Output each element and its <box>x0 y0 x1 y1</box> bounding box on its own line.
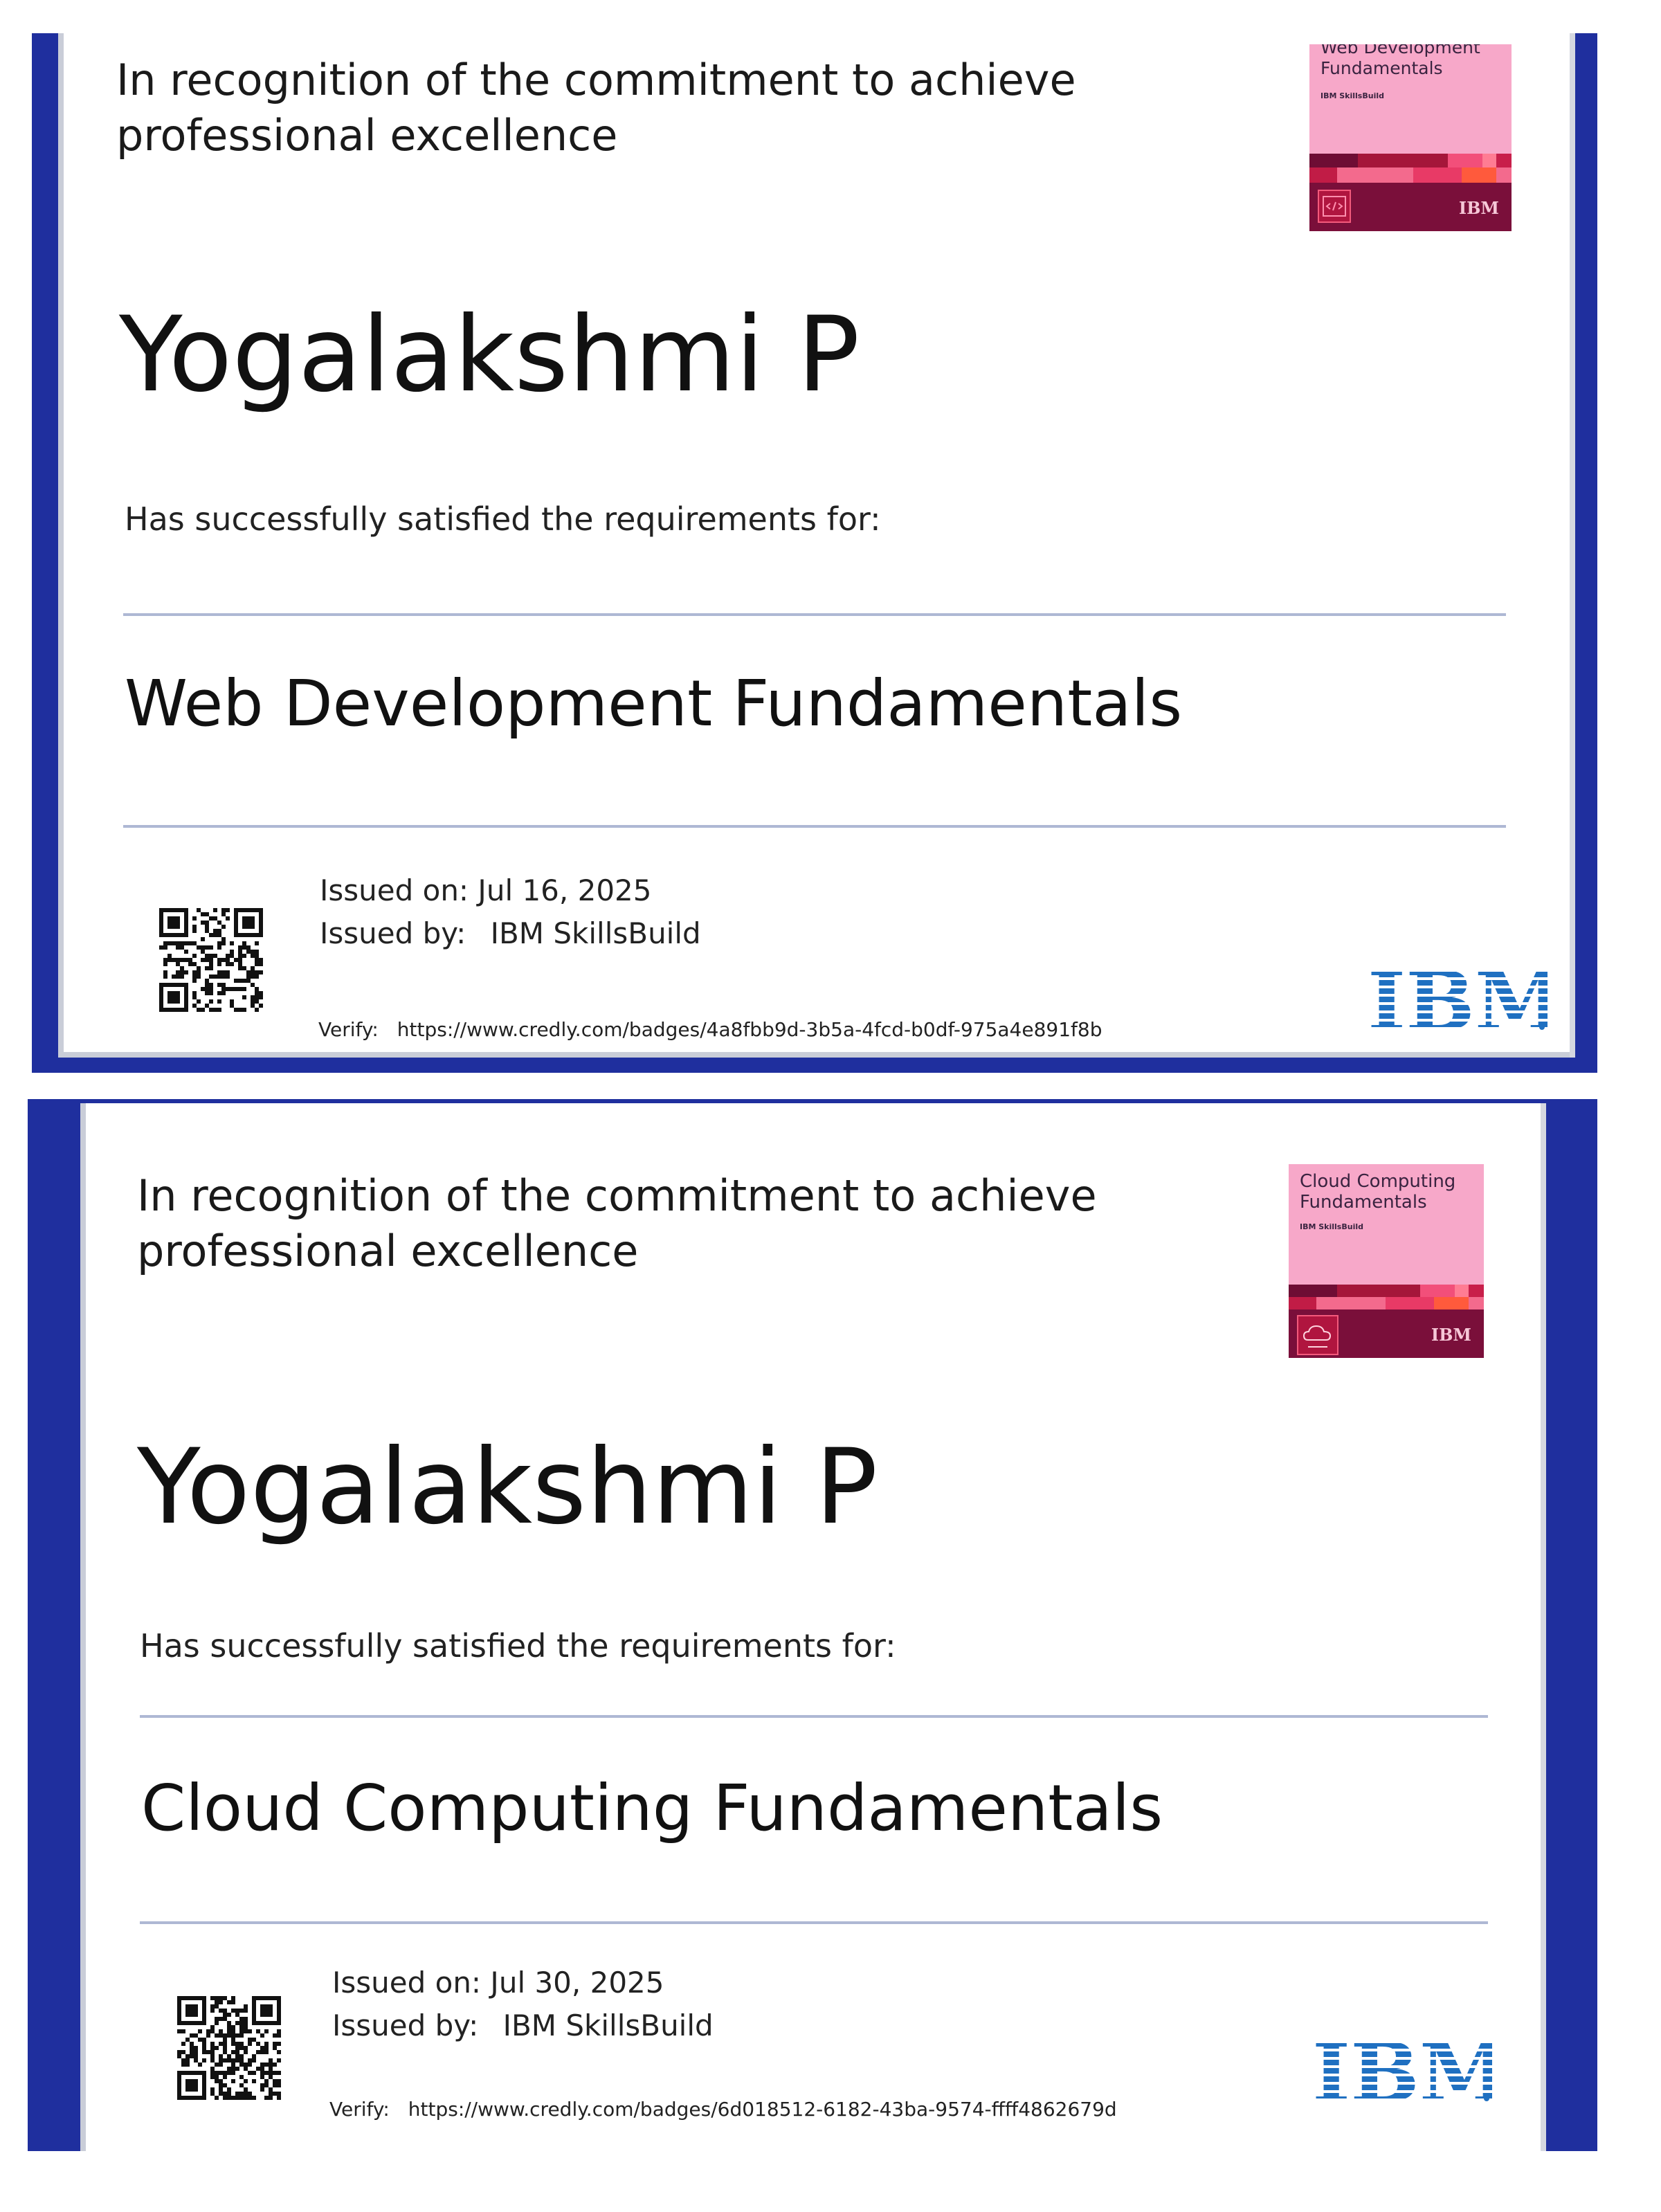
verify-link[interactable]: https://www.credly.com/badges/4a8fbb9d-3… <box>397 1018 1102 1041</box>
verify-row: Verify: https://www.credly.com/badges/6d… <box>329 2097 1117 2122</box>
ibm-logo-text: IBM <box>1312 2035 1492 2104</box>
issued-on: Issued on: Jul 30, 2025 <box>332 1966 664 2000</box>
ibm-logo-text: IBM <box>1368 963 1547 1033</box>
badge-footer: IBM <box>1289 1309 1484 1358</box>
verify-label: Verify: <box>318 1018 379 1041</box>
badge-stripes <box>1289 1285 1484 1309</box>
badge-title-line-2: Fundamentals <box>1320 58 1443 78</box>
issued-by-label: Issued by: <box>332 2009 479 2042</box>
code-icon <box>1318 190 1351 223</box>
badge-title-line-1: Cloud Computing <box>1300 1171 1456 1192</box>
recognition-text: In recognition of the commitment to achi… <box>137 1168 1097 1279</box>
issued-details: Issued on: Jul 30, 2025 Issued by: IBM S… <box>332 1961 714 2047</box>
recognition-line-2: professional excellence <box>137 1226 639 1276</box>
verify-link[interactable]: https://www.credly.com/badges/6d018512-6… <box>408 2098 1117 2121</box>
course-title: Cloud Computing Fundamentals <box>141 1771 1163 1845</box>
badge-title: Cloud Computing Fundamentals <box>1300 1171 1455 1213</box>
recognition-text: In recognition of the commitment to achi… <box>116 53 1076 163</box>
certificate-paper: In recognition of the commitment to achi… <box>86 1103 1541 2151</box>
requirement-text: Has successfully satisfied the requireme… <box>125 500 881 538</box>
issued-by: IBM SkillsBuild <box>490 916 701 950</box>
top-divider <box>140 1715 1488 1718</box>
recipient-name: Yogalakshmi P <box>137 1427 878 1548</box>
certificate-web-development: In recognition of the commitment to achi… <box>32 33 1597 1073</box>
recognition-line-1: In recognition of the commitment to achi… <box>137 1170 1097 1221</box>
issued-by-row: Issued by: IBM SkillsBuild <box>332 2004 714 2047</box>
badge-brand: IBM SkillsBuild <box>1320 91 1384 100</box>
ibm-logo: IBM <box>1312 2024 1510 2121</box>
course-badge: Web Development Fundamentals IBM SkillsB… <box>1309 44 1512 231</box>
badge-footer: IBM <box>1309 183 1512 231</box>
qr-code[interactable] <box>177 1996 281 2100</box>
badge-ibm-logo: IBM <box>1431 1325 1471 1345</box>
issued-by: IBM SkillsBuild <box>502 2009 714 2042</box>
certificate-paper: In recognition of the commitment to achi… <box>64 33 1570 1058</box>
issued-on: Issued on: Jul 16, 2025 <box>320 873 652 907</box>
paper-edge <box>64 1052 1570 1058</box>
issued-by-row: Issued by: IBM SkillsBuild <box>320 912 701 955</box>
badge-brand: IBM SkillsBuild <box>1300 1222 1363 1231</box>
issued-by-label: Issued by: <box>320 916 466 950</box>
ibm-logo: IBM <box>1368 953 1565 1049</box>
verify-label: Verify: <box>329 2098 390 2121</box>
course-badge: Cloud Computing Fundamentals IBM SkillsB… <box>1289 1164 1484 1358</box>
badge-title: Web Development Fundamentals <box>1320 44 1480 79</box>
badge-stripes <box>1309 154 1512 183</box>
recognition-line-2: professional excellence <box>116 110 618 161</box>
qr-code[interactable] <box>159 908 263 1012</box>
badge-title-line-2: Fundamentals <box>1300 1192 1427 1213</box>
top-divider <box>123 613 1506 616</box>
bottom-divider <box>140 1921 1488 1924</box>
issued-details: Issued on: Jul 16, 2025 Issued by: IBM S… <box>320 869 701 955</box>
verify-row: Verify: https://www.credly.com/badges/4a… <box>318 1017 1102 1042</box>
course-title: Web Development Fundamentals <box>125 667 1183 741</box>
recipient-name: Yogalakshmi P <box>119 295 860 415</box>
certificate-cloud-computing: In recognition of the commitment to achi… <box>28 1099 1597 2151</box>
recognition-line-1: In recognition of the commitment to achi… <box>116 55 1076 105</box>
requirement-text: Has successfully satisfied the requireme… <box>140 1627 896 1665</box>
cloud-icon <box>1297 1315 1338 1355</box>
badge-ibm-logo: IBM <box>1458 198 1499 218</box>
badge-title-line-1: Web Development <box>1320 44 1480 57</box>
bottom-divider <box>123 825 1506 828</box>
